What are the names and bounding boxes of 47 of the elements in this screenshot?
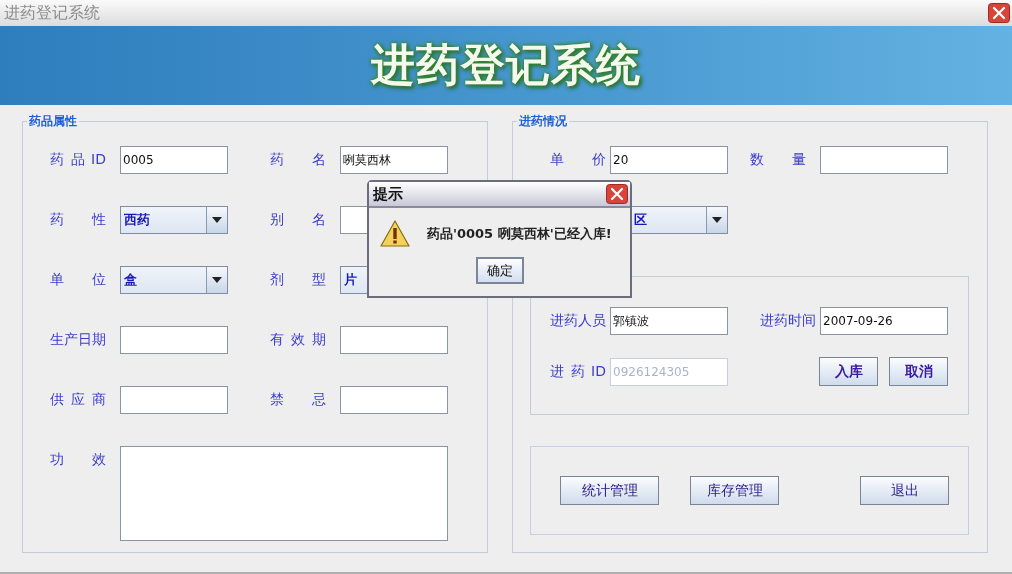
field-label: 供 应 商 — [50, 391, 106, 409]
text-field[interactable] — [340, 326, 448, 354]
dialog-message: 药品'0005 咧莫西林'已经入库! — [427, 224, 612, 243]
dialog-title: 提示 — [373, 184, 403, 204]
group-title: 药品属性 — [27, 113, 79, 130]
text-field[interactable] — [120, 326, 228, 354]
ok-button[interactable]: 确定 — [475, 257, 524, 284]
field-label: 进药时间 — [760, 311, 816, 330]
field-label: 有 效 期 — [270, 331, 326, 349]
field-label: 药 名 — [270, 151, 326, 169]
action-button[interactable]: 退出 — [860, 476, 949, 505]
close-icon[interactable] — [606, 184, 628, 204]
field-label: 剂 型 — [270, 271, 326, 289]
text-field[interactable]: 郭镇波 — [610, 306, 728, 335]
text-field[interactable] — [340, 386, 448, 414]
field-label: 禁 忌 — [270, 391, 326, 409]
field-label: 单 价 — [550, 151, 606, 169]
field-label: 别 名 — [270, 211, 326, 229]
field-label: 药 品 ID — [50, 151, 106, 169]
text-field[interactable] — [120, 386, 228, 414]
action-button[interactable]: 入库 — [819, 357, 878, 386]
text-field[interactable] — [820, 146, 948, 174]
field-label: 数 量 — [750, 151, 806, 169]
field-label: 功 效 — [50, 451, 106, 469]
field-label: 单 位 — [50, 271, 106, 289]
dropdown[interactable]: 盒 — [120, 266, 228, 294]
caret-icon — [212, 217, 222, 223]
caret-icon — [712, 217, 722, 223]
text-field[interactable]: 2007-09-26 — [820, 306, 948, 335]
action-button[interactable]: 统计管理 — [560, 476, 659, 505]
field-label: 药 性 — [50, 211, 106, 229]
caret-icon — [212, 277, 222, 283]
field-label: 生产日期 — [50, 331, 106, 349]
action-button[interactable]: 库存管理 — [690, 476, 779, 505]
action-button[interactable]: 取消 — [889, 357, 948, 386]
text-field[interactable]: 0005 — [120, 146, 228, 174]
text-area[interactable] — [120, 446, 448, 541]
warning-icon — [380, 220, 410, 247]
text-field[interactable]: 咧莫西林 — [340, 146, 448, 174]
banner-title: 进药登记系统 — [371, 38, 641, 92]
group-title: 进药情况 — [517, 113, 569, 130]
window-title: 进药登记系统 — [4, 2, 100, 24]
close-icon[interactable] — [988, 3, 1010, 23]
field-label: 进药人员 — [550, 311, 606, 330]
dropdown[interactable]: 西药 — [120, 206, 228, 234]
text-field[interactable]: 20 — [610, 146, 728, 174]
field-label: 进 药 ID — [550, 362, 606, 381]
